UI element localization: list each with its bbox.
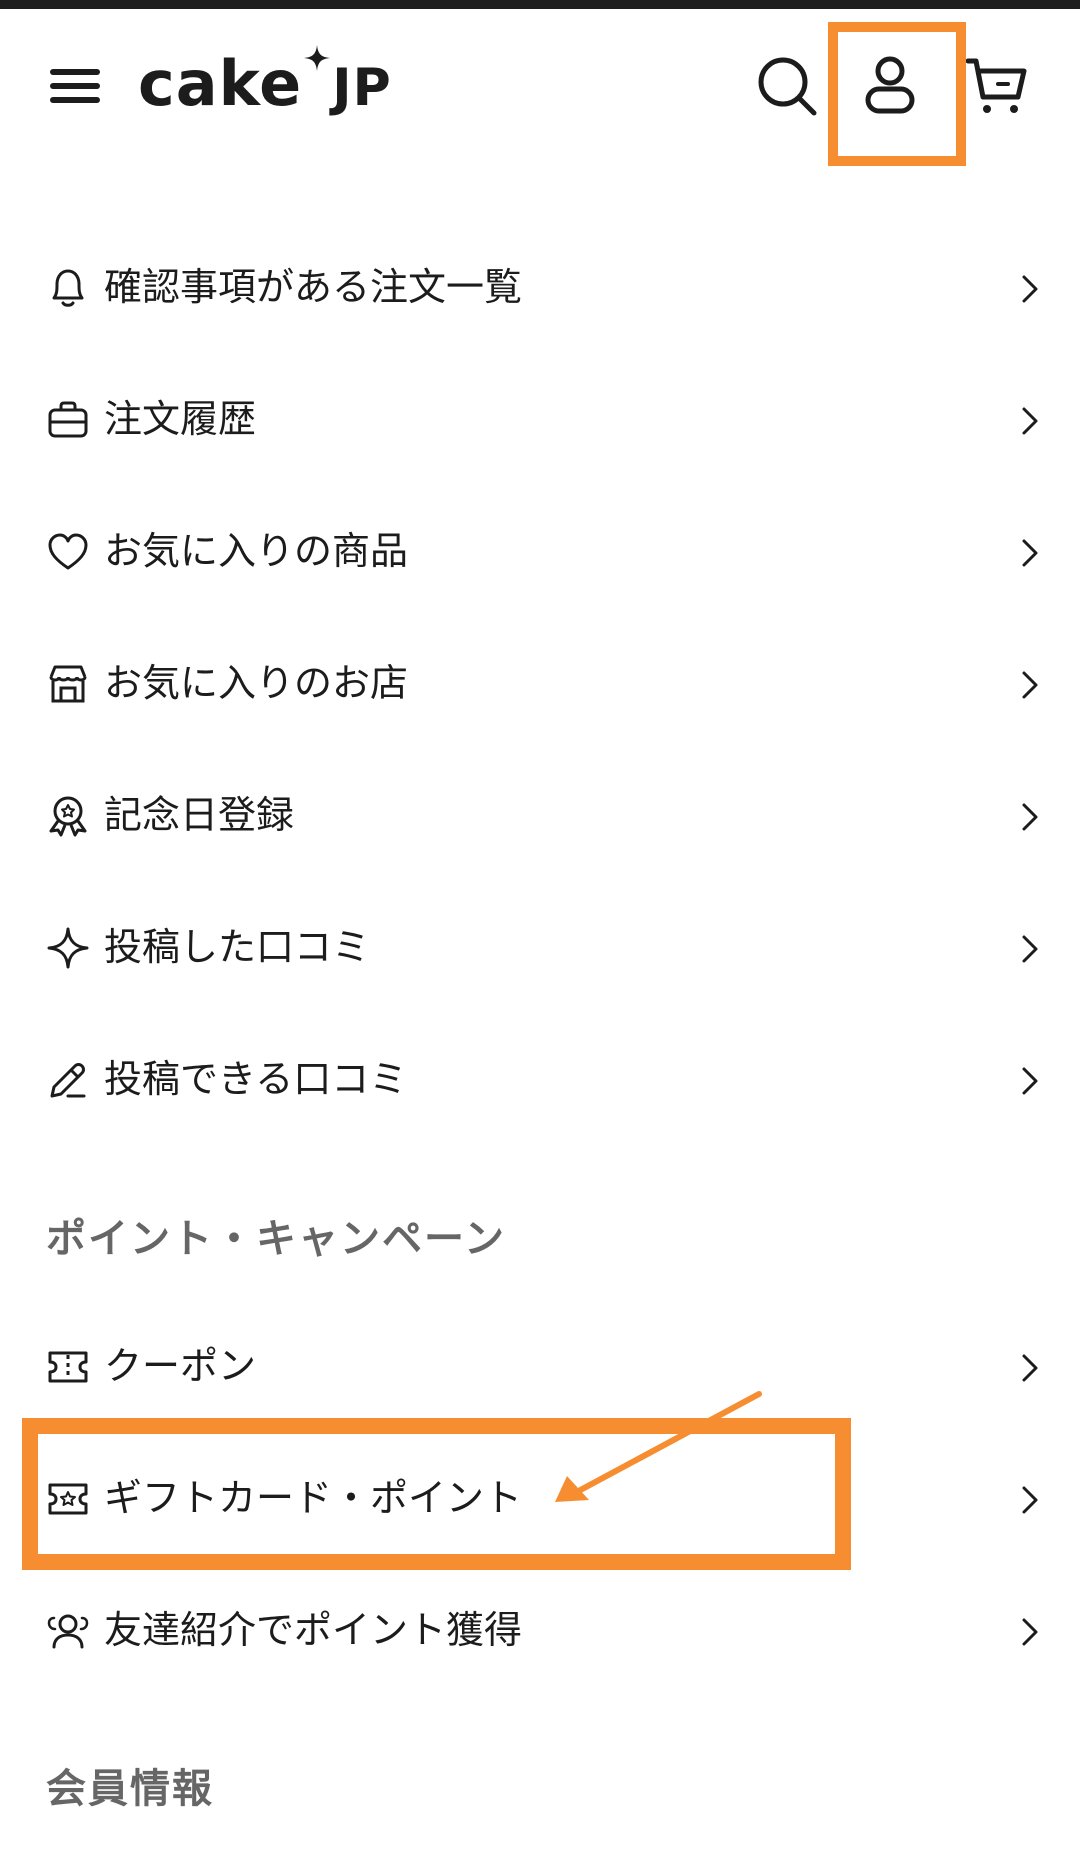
search-icon[interactable]: [752, 51, 822, 121]
cart-icon[interactable]: [962, 51, 1032, 121]
chevron-right-icon: [1022, 1067, 1038, 1095]
award-icon: [49, 796, 87, 837]
menu-item-anniversary[interactable]: 記念日登録: [0, 749, 1080, 881]
menu-item-label: お気に入りの商品: [104, 529, 409, 573]
menu-item-favorite-products[interactable]: お気に入りの商品: [0, 485, 1080, 617]
chevron-right-icon: [1022, 407, 1038, 435]
status-bar-strip: [0, 0, 1080, 9]
pencil-icon: [50, 1063, 86, 1098]
logo-sparkle-icon: [304, 45, 331, 71]
menu-item-coupon[interactable]: クーポン: [0, 1300, 1080, 1432]
logo[interactable]: cake JP: [138, 45, 392, 120]
section-title-member-info: 会員情報: [46, 1766, 214, 1812]
menu-item-label: ギフトカード・ポイント: [104, 1476, 523, 1520]
menu-item-label: 友達紹介でポイント獲得: [104, 1608, 523, 1652]
chevron-right-icon: [1022, 1486, 1038, 1514]
menu-item-reviewable[interactable]: 投稿できる口コミ: [0, 1013, 1080, 1145]
heart-icon: [48, 533, 88, 570]
menu-item-favorite-shops[interactable]: お気に入りのお店: [0, 617, 1080, 749]
chevron-right-icon: [1022, 803, 1038, 831]
menu-item-label: 投稿できる口コミ: [104, 1057, 408, 1101]
chevron-right-icon: [1022, 935, 1038, 963]
briefcase-icon: [48, 401, 88, 438]
menu-item-label: 確認事項がある注文一覧: [104, 265, 523, 309]
menu-item-pending-orders[interactable]: 確認事項がある注文一覧: [0, 221, 1080, 353]
chevron-right-icon: [1022, 539, 1038, 567]
chevron-right-icon: [1022, 1618, 1038, 1646]
chevron-right-icon: [1022, 275, 1038, 303]
sparkle-icon: [47, 927, 89, 969]
logo-text: cake: [138, 47, 303, 120]
menu-item-gift-card-points[interactable]: ギフトカード・ポイント: [0, 1432, 1080, 1564]
menu-item-label: クーポン: [104, 1344, 257, 1388]
users-icon: [47, 1614, 89, 1649]
ticket-icon: [48, 1351, 88, 1383]
logo-suffix: JP: [332, 58, 392, 118]
section-title-points: ポイント・キャンペーン: [46, 1216, 506, 1262]
header: cake JP: [0, 9, 1080, 159]
menu-item-referral-points[interactable]: 友達紹介でポイント獲得: [0, 1564, 1080, 1696]
gift-card-icon: [48, 1483, 88, 1515]
menu-item-posted-reviews[interactable]: 投稿した口コミ: [0, 881, 1080, 1013]
chevron-right-icon: [1022, 1354, 1038, 1382]
user-icon[interactable]: [855, 51, 925, 121]
menu-item-label: 注文履歴: [104, 397, 257, 441]
bell-icon: [52, 269, 84, 307]
chevron-right-icon: [1022, 671, 1038, 699]
menu-item-label: 記念日登録: [104, 793, 295, 837]
menu-item-label: 投稿した口コミ: [104, 925, 371, 969]
shop-icon: [49, 665, 87, 703]
menu-item-label: お気に入りのお店: [104, 661, 409, 705]
hamburger-menu-icon[interactable]: [50, 67, 104, 105]
menu-item-order-history[interactable]: 注文履歴: [0, 353, 1080, 485]
